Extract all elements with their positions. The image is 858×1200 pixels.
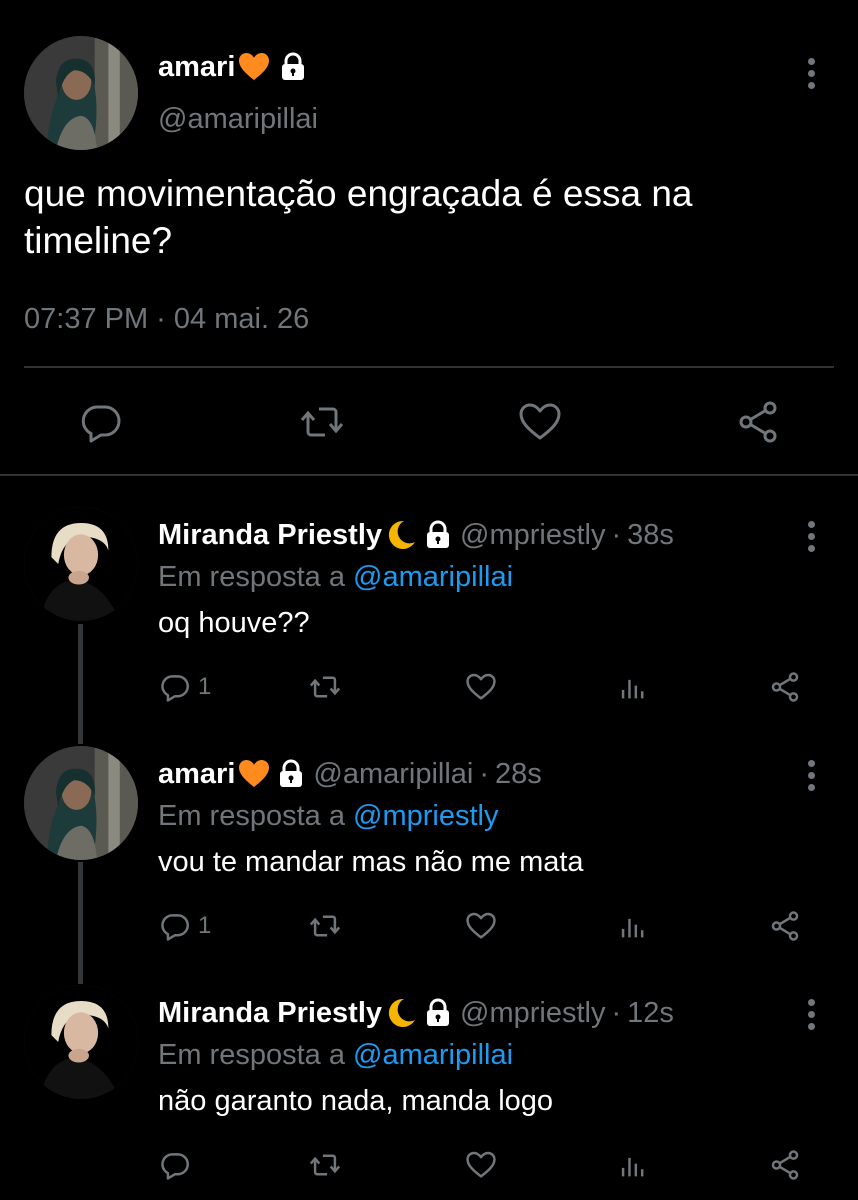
retweet-button[interactable]	[308, 667, 342, 707]
mention-link[interactable]: @amaripillai	[353, 561, 513, 593]
separator: ·	[611, 518, 622, 551]
more-options-icon[interactable]	[802, 521, 820, 552]
reply-button[interactable]: 1	[158, 906, 211, 946]
separator: ·	[611, 996, 622, 1029]
author-name[interactable]: Miranda Priestly	[158, 997, 382, 1030]
reply-icon	[81, 405, 121, 443]
like-button[interactable]	[516, 398, 564, 446]
in-reply-to: Em resposta a @amaripillai	[158, 561, 513, 594]
reply-icon	[161, 1153, 189, 1180]
reply-time[interactable]: 28s	[495, 758, 542, 791]
like-button[interactable]	[464, 667, 498, 707]
avatar[interactable]	[24, 507, 138, 621]
reply-header: amari @amaripillai · 28s	[158, 754, 542, 794]
more-options-icon[interactable]	[802, 999, 820, 1030]
tweet-text: que movimentação engraçada é essa na tim…	[24, 173, 693, 261]
like-button[interactable]	[464, 906, 498, 946]
reply-count: 1	[198, 912, 212, 939]
mention-link[interactable]: @amaripillai	[353, 1039, 513, 1071]
mention-link[interactable]: @mpriestly	[353, 800, 498, 832]
retweet-icon	[309, 1154, 341, 1176]
more-options-icon[interactable]	[802, 58, 820, 89]
heart-icon	[466, 673, 496, 700]
author-handle[interactable]: @mpriestly	[460, 519, 605, 552]
share-icon	[771, 672, 799, 702]
retweet-icon	[309, 915, 341, 937]
orange-heart-icon	[237, 757, 271, 791]
reply-actions: 1	[158, 667, 818, 707]
avatar[interactable]	[24, 985, 138, 1099]
reply-actions: 1	[158, 906, 818, 946]
lock-icon	[277, 51, 309, 83]
divider	[0, 474, 858, 476]
orange-heart-icon	[237, 50, 271, 84]
reply-button[interactable]	[77, 398, 125, 446]
share-button[interactable]	[768, 667, 802, 707]
heart-icon	[466, 1151, 496, 1178]
reply-tweet: amari @amaripillai · 28s Em resposta a @…	[0, 746, 858, 956]
heart-icon	[519, 403, 561, 440]
in-reply-to: Em resposta a @amaripillai	[158, 1039, 513, 1072]
reply-text: oq houve??	[158, 607, 310, 639]
author-name[interactable]: amari	[158, 51, 235, 84]
reply-prefix: Em resposta a	[158, 561, 345, 593]
retweet-button[interactable]	[308, 906, 342, 946]
share-button[interactable]	[734, 398, 782, 446]
lock-icon	[422, 519, 454, 551]
retweet-icon	[300, 407, 344, 437]
reply-count: 1	[198, 673, 212, 700]
retweet-icon	[309, 676, 341, 698]
author-handle[interactable]: @amaripillai	[158, 103, 318, 136]
more-options-icon[interactable]	[802, 760, 820, 791]
analytics-icon	[621, 918, 644, 938]
retweet-button[interactable]	[298, 398, 346, 446]
analytics-button[interactable]	[616, 906, 650, 946]
reply-icon	[161, 914, 189, 941]
main-tweet: amari @amaripillai que movimentação engr…	[0, 0, 858, 476]
reply-prefix: Em resposta a	[158, 800, 345, 832]
crescent-moon-icon	[384, 996, 418, 1030]
avatar[interactable]	[24, 746, 138, 860]
analytics-icon	[621, 679, 644, 699]
divider	[24, 366, 834, 368]
author-handle[interactable]: @mpriestly	[460, 997, 605, 1030]
share-icon	[739, 401, 777, 443]
reply-button[interactable]: 1	[158, 667, 211, 707]
share-button[interactable]	[768, 1145, 802, 1185]
reply-actions	[158, 1145, 818, 1185]
tweet-timestamp[interactable]: 07:37 PM · 04 mai. 26	[24, 303, 309, 336]
share-icon	[771, 1150, 799, 1180]
analytics-button[interactable]	[616, 667, 650, 707]
separator: ·	[479, 757, 490, 790]
reply-header: Miranda Priestly @mpriestly · 38s	[158, 515, 674, 555]
reply-time[interactable]: 38s	[627, 519, 674, 552]
share-icon	[771, 911, 799, 941]
avatar[interactable]	[24, 36, 138, 150]
lock-icon	[275, 758, 307, 790]
analytics-button[interactable]	[616, 1145, 650, 1185]
tweet-thread-screen: amari @amaripillai que movimentação engr…	[0, 0, 858, 1200]
reply-text: não garanto nada, manda logo	[158, 1085, 554, 1117]
heart-icon	[466, 912, 496, 939]
reply-button[interactable]	[158, 1145, 198, 1185]
in-reply-to: Em resposta a @mpriestly	[158, 800, 499, 833]
crescent-moon-icon	[384, 518, 418, 552]
retweet-button[interactable]	[308, 1145, 342, 1185]
analytics-icon	[621, 1157, 644, 1177]
share-button[interactable]	[768, 906, 802, 946]
reply-tweet: Miranda Priestly @mpriestly · 38s Em res…	[0, 507, 858, 717]
author-name[interactable]: amari	[158, 758, 235, 791]
reply-time[interactable]: 12s	[627, 997, 674, 1030]
author-handle[interactable]: @amaripillai	[313, 758, 473, 791]
author-name[interactable]: Miranda Priestly	[158, 519, 382, 552]
reply-icon	[161, 675, 189, 702]
reply-tweet: Miranda Priestly @mpriestly · 12s Em res…	[0, 985, 858, 1200]
reply-header: Miranda Priestly @mpriestly · 12s	[158, 993, 674, 1033]
like-button[interactable]	[464, 1145, 498, 1185]
lock-icon	[422, 997, 454, 1029]
author-name-row[interactable]: amari	[158, 50, 309, 84]
reply-prefix: Em resposta a	[158, 1039, 345, 1071]
reply-text: vou te mandar mas não me mata	[158, 846, 584, 878]
